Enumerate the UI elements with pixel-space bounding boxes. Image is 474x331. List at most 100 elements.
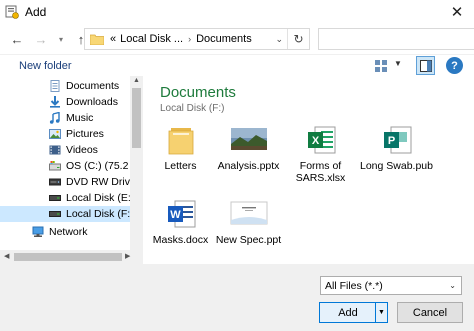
title-bar: Add ✕ — [0, 0, 474, 24]
breadcrumb-documents[interactable]: Documents — [196, 33, 252, 45]
nav-item-music[interactable]: Music — [0, 110, 130, 126]
refresh-button[interactable]: ↻ — [287, 29, 309, 49]
breadcrumb-local-disk[interactable]: Local Disk ... — [120, 33, 183, 45]
library-title: Documents — [160, 84, 236, 101]
view-icon — [375, 60, 387, 72]
horizontal-scrollbar-thumb[interactable] — [14, 253, 122, 261]
nav-item-label: Local Disk (F:) (1 — [66, 208, 130, 220]
nav-item-downloads[interactable]: Downloads — [0, 94, 130, 110]
library-subtitle: Local Disk (F:) — [160, 103, 225, 114]
dialog-footer: All Files (*.*) ⌄ Add ▼ Cancel — [0, 264, 474, 331]
nav-item-label: Documents — [66, 80, 120, 92]
nav-item-label: Network — [49, 226, 88, 238]
breadcrumb-overflow[interactable]: « — [110, 33, 116, 45]
nav-pane-horizontal-scrollbar[interactable]: ◀ ▶ — [0, 250, 143, 264]
view-dropdown-icon[interactable]: ▼ — [394, 59, 402, 68]
scroll-right-icon[interactable]: ▶ — [125, 252, 130, 260]
help-button[interactable]: ? — [446, 57, 463, 74]
add-button-label: Add — [338, 306, 358, 319]
nav-item-local-disk-f[interactable]: Local Disk (F:) (1 — [0, 206, 130, 222]
excel-icon: X — [307, 126, 335, 154]
app-icon — [5, 5, 19, 19]
add-button[interactable]: Add ▼ — [319, 302, 388, 323]
add-options-dropdown[interactable]: ▼ — [375, 303, 387, 322]
file-item-masks-docx[interactable]: W Masks.docx — [143, 198, 218, 246]
disk-icon — [49, 211, 61, 217]
recent-locations-button[interactable]: ▾ — [52, 30, 70, 48]
file-item-long-swab-pub[interactable]: P Long Swab.pub — [359, 124, 434, 172]
scroll-left-icon[interactable]: ◀ — [4, 252, 9, 260]
nav-pane-scrollbar-thumb[interactable] — [132, 88, 141, 148]
dvd-drive-icon — [49, 178, 61, 186]
change-view-button[interactable] — [372, 58, 390, 74]
os-drive-icon — [49, 161, 61, 171]
toolbar: New folder ▼ ? — [0, 54, 474, 76]
nav-item-label: OS (C:) (75.2 GB — [66, 160, 130, 172]
file-item-forms-of-sars-xlsx[interactable]: X Forms of SARS.xlsx — [283, 124, 358, 184]
chevron-down-icon: ▾ — [58, 34, 63, 44]
refresh-icon: ↻ — [293, 32, 304, 46]
file-type-value: All Files (*.*) — [325, 279, 383, 292]
nav-pane-scrollbar[interactable]: ▲ — [130, 76, 143, 264]
nav-item-dvd-drive[interactable]: DVD RW Drive (D — [0, 174, 130, 190]
documents-icon — [50, 80, 60, 92]
downloads-icon — [50, 96, 60, 108]
nav-item-label: Pictures — [66, 128, 104, 140]
nav-item-network[interactable]: Network — [0, 224, 130, 240]
search-input[interactable] — [318, 28, 474, 50]
address-bar[interactable]: « Local Disk ... › Documents ⌄ ↻ — [84, 28, 310, 50]
nav-item-documents[interactable]: Documents — [0, 78, 130, 94]
svg-text:X: X — [311, 135, 319, 147]
chevron-down-icon: ⌄ — [449, 281, 456, 290]
nav-item-label: Videos — [66, 144, 98, 156]
back-arrow-icon: ← — [10, 31, 24, 47]
chevron-right-icon: › — [188, 34, 192, 44]
file-item-new-spec-ppt[interactable]: New Spec.ppt — [211, 198, 286, 246]
nav-item-pictures[interactable]: Pictures — [0, 126, 130, 142]
help-icon: ? — [451, 59, 458, 72]
nav-item-os-drive[interactable]: OS (C:) (75.2 GB — [0, 158, 130, 174]
forward-button[interactable]: → — [32, 30, 50, 48]
file-name: Analysis.pptx — [217, 160, 280, 172]
close-button[interactable]: ✕ — [440, 0, 474, 24]
file-name: Masks.docx — [152, 234, 209, 246]
file-name: New Spec.ppt — [215, 234, 282, 246]
network-icon — [32, 226, 44, 237]
folder-icon — [168, 128, 193, 155]
disk-icon — [49, 195, 61, 201]
file-item-analysis-pptx[interactable]: Analysis.pptx — [211, 124, 286, 172]
nav-item-label: Music — [66, 112, 94, 124]
file-type-select[interactable]: All Files (*.*) ⌄ — [320, 276, 462, 295]
content-pane: Documents Local Disk (F:) Letters Analys… — [143, 76, 474, 264]
new-folder-button[interactable]: New folder — [19, 60, 72, 72]
file-name: Forms of SARS.xlsx — [295, 160, 346, 184]
nav-item-label: Downloads — [66, 96, 118, 108]
navigation-pane: Documents Downloads Music Pictures Video… — [0, 76, 143, 264]
file-item-letters[interactable]: Letters — [143, 124, 218, 172]
presentation-thumbnail-icon — [230, 128, 267, 150]
publisher-icon: P — [383, 126, 411, 154]
music-icon — [49, 112, 60, 124]
file-name: Letters — [164, 160, 197, 172]
file-name: Long Swab.pub — [360, 160, 433, 172]
videos-icon — [49, 145, 61, 155]
nav-item-label: DVD RW Drive (D — [66, 176, 130, 188]
word-icon: W — [167, 200, 195, 228]
pictures-icon — [49, 129, 61, 139]
back-button[interactable]: ← — [8, 30, 26, 48]
nav-item-local-disk-e[interactable]: Local Disk (E:) (1 — [0, 190, 130, 206]
nav-item-videos[interactable]: Videos — [0, 142, 130, 158]
preview-pane-icon — [419, 59, 432, 72]
svg-text:P: P — [387, 135, 394, 147]
scroll-up-icon[interactable]: ▲ — [133, 77, 140, 84]
forward-arrow-icon: → — [34, 31, 48, 47]
close-icon: ✕ — [450, 4, 464, 21]
folder-icon — [90, 34, 104, 45]
slide-thumbnail-icon — [230, 201, 267, 225]
svg-text:W: W — [170, 209, 181, 221]
cancel-button[interactable]: Cancel — [397, 302, 463, 323]
nav-item-label: Local Disk (E:) (1 — [66, 192, 130, 204]
address-dropdown-icon[interactable]: ⌄ — [275, 34, 283, 45]
preview-pane-button[interactable] — [416, 56, 435, 75]
window-title: Add — [25, 5, 47, 19]
